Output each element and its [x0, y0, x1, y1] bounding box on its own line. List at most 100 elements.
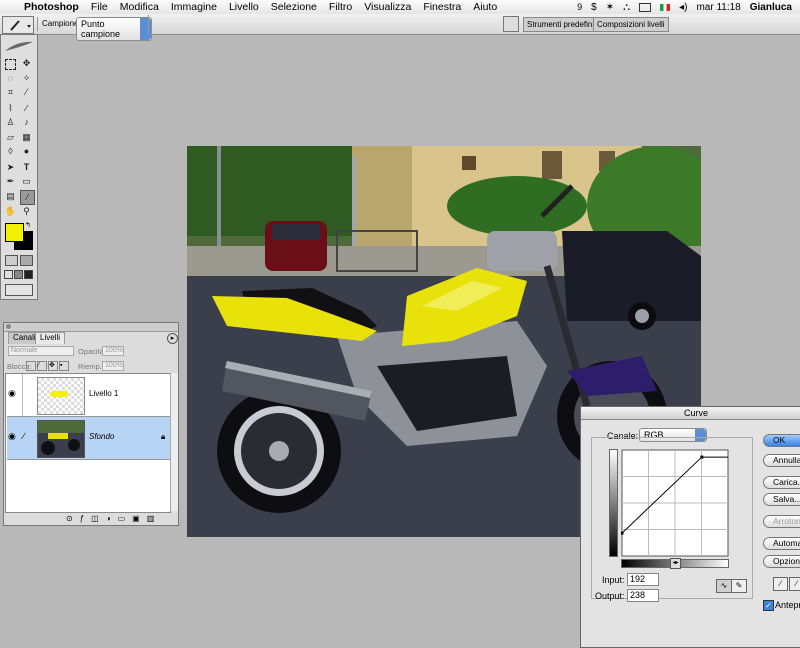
palette-well-icon[interactable]: [503, 16, 519, 32]
eye-icon[interactable]: ◉: [8, 431, 20, 443]
black-eyedropper-icon[interactable]: ∕: [773, 577, 788, 591]
smooth-button[interactable]: Arrotonda: [763, 515, 800, 528]
sample-select[interactable]: Punto campione: [76, 17, 152, 41]
zoom-tool-icon[interactable]: ⚲: [20, 205, 33, 218]
volume-icon[interactable]: ◂): [679, 2, 687, 13]
marquee-tool-icon[interactable]: [5, 59, 16, 70]
user-name[interactable]: Gianluca: [750, 2, 792, 13]
layer-style-icon[interactable]: ƒ: [80, 514, 84, 523]
menu-modifica[interactable]: Modifica: [114, 1, 165, 13]
fill-field[interactable]: 100%: [102, 361, 124, 371]
path-selection-tool-icon[interactable]: ➤: [4, 161, 17, 174]
menu-selezione[interactable]: Selezione: [265, 1, 323, 13]
output-gradient-bar: [609, 449, 618, 557]
new-layer-icon[interactable]: ▣: [132, 514, 140, 523]
lock-paint-icon[interactable]: ∕: [37, 361, 47, 371]
type-tool-icon[interactable]: T: [20, 161, 33, 174]
menu-aiuto[interactable]: Aiuto: [467, 1, 503, 13]
menu-filtro[interactable]: Filtro: [323, 1, 358, 13]
standard-mode-icon[interactable]: [5, 255, 18, 266]
lock-all-icon[interactable]: ▪: [59, 361, 69, 371]
tab-presets[interactable]: Strumenti predefiniti: [523, 17, 603, 32]
lock-transparency-icon[interactable]: [26, 361, 36, 371]
pen-tool-icon[interactable]: ✒: [4, 175, 17, 188]
tab-livelli[interactable]: Livelli: [35, 332, 66, 344]
slice-tool-icon[interactable]: ⁄: [20, 86, 33, 99]
hand-tool-icon[interactable]: ✋: [4, 205, 17, 218]
menu-livello[interactable]: Livello: [223, 1, 265, 13]
crop-tool-icon[interactable]: ⌗: [4, 86, 17, 99]
blend-mode-select[interactable]: Normale: [8, 346, 74, 356]
eraser-tool-icon[interactable]: ▱: [4, 131, 17, 144]
layer-row[interactable]: ◉ ∕ Sfondo 🔒︎: [7, 417, 171, 460]
tray-number[interactable]: 9: [577, 2, 582, 12]
users-icon[interactable]: ⛬: [623, 2, 630, 13]
layer-mask-icon[interactable]: ◫: [91, 514, 99, 523]
curve-graph[interactable]: [621, 449, 729, 557]
jump-to-imageready-icon[interactable]: [5, 284, 33, 296]
screen-mode-full-icon[interactable]: [24, 270, 33, 279]
input-field[interactable]: 192: [627, 573, 659, 586]
move-tool-icon[interactable]: ✥: [20, 57, 33, 70]
dollar-icon[interactable]: $: [591, 2, 597, 13]
pencil-mode-icon[interactable]: ✎: [731, 579, 747, 593]
history-brush-tool-icon[interactable]: ♪: [20, 116, 33, 129]
notes-tool-icon[interactable]: ▤: [4, 190, 17, 203]
screen-mode-full-menu-icon[interactable]: [14, 270, 23, 279]
shape-tool-icon[interactable]: ▭: [20, 175, 33, 188]
lock-move-icon[interactable]: ✥: [48, 361, 58, 371]
panel-close-icon[interactable]: [6, 324, 11, 329]
adjustment-layer-icon[interactable]: ◑: [106, 514, 111, 523]
tool-preset-picker[interactable]: [2, 16, 34, 34]
panel-menu-icon[interactable]: ▸: [167, 333, 178, 344]
options-button[interactable]: Opzioni...: [763, 555, 800, 568]
ok-button[interactable]: OK: [763, 434, 800, 447]
lock-icon: 🔒︎: [161, 432, 166, 441]
display-icon[interactable]: [639, 2, 652, 12]
dodge-tool-icon[interactable]: ●: [20, 145, 33, 158]
swap-colors-icon[interactable]: ↰: [25, 221, 31, 229]
screen-mode-standard-icon[interactable]: [4, 270, 13, 279]
eye-icon[interactable]: ◉: [8, 388, 20, 400]
menu-immagine[interactable]: Immagine: [165, 1, 223, 13]
eyedropper-tool-icon[interactable]: ⁄: [20, 190, 35, 205]
layer-row[interactable]: ◉ Livello 1: [7, 374, 171, 417]
flag-italy-icon[interactable]: [660, 3, 671, 11]
sync-icon[interactable]: ✶: [606, 2, 614, 13]
cancel-button[interactable]: Annulla: [763, 454, 800, 467]
opacity-field[interactable]: 100%: [102, 346, 124, 356]
gray-eyedropper-icon[interactable]: ∕: [789, 577, 800, 591]
new-group-icon[interactable]: ▭: [118, 514, 126, 523]
layer-list: ◉ Livello 1 ◉ ∕ Sfondo 🔒︎: [5, 373, 171, 513]
curve-control-point: [621, 531, 624, 535]
feather-logo-icon[interactable]: [3, 39, 35, 53]
panel-titlebar[interactable]: [4, 323, 178, 332]
menu-app-name[interactable]: Photoshop: [22, 1, 85, 13]
layer-name: Livello 1: [89, 389, 119, 398]
healing-brush-tool-icon[interactable]: ⌇: [4, 102, 17, 115]
layer-list-scrollbar[interactable]: [170, 373, 178, 511]
link-layers-icon[interactable]: ⊙: [66, 514, 73, 523]
brush-tool-icon[interactable]: ∕: [20, 102, 33, 115]
output-field[interactable]: 238: [627, 589, 659, 602]
quick-mask-icon[interactable]: [20, 255, 33, 266]
clone-stamp-tool-icon[interactable]: ♙: [4, 116, 17, 129]
curve-mode-icon[interactable]: ∿: [716, 579, 732, 593]
gradient-toggle-icon[interactable]: ◂▸: [670, 558, 681, 569]
blur-tool-icon[interactable]: ◊: [4, 145, 17, 158]
menu-file[interactable]: File: [85, 1, 114, 13]
load-button[interactable]: Carica...: [763, 476, 800, 489]
auto-button[interactable]: Automatico: [763, 537, 800, 550]
save-button[interactable]: Salva...: [763, 493, 800, 506]
tab-comps[interactable]: Composizioni livelli: [593, 17, 669, 32]
trash-icon[interactable]: ▥: [147, 514, 155, 523]
magic-wand-tool-icon[interactable]: ✧: [20, 72, 33, 85]
gradient-tool-icon[interactable]: ▦: [20, 131, 33, 144]
lasso-tool-icon[interactable]: ◌: [4, 72, 17, 85]
output-label: Output:: [595, 591, 625, 601]
clock[interactable]: mar 11:18: [696, 2, 740, 13]
preview-checkbox[interactable]: ✓: [763, 600, 774, 611]
menu-visualizza[interactable]: Visualizza: [358, 1, 417, 13]
foreground-color-swatch[interactable]: [5, 223, 24, 242]
menu-finestra[interactable]: Finestra: [417, 1, 467, 13]
